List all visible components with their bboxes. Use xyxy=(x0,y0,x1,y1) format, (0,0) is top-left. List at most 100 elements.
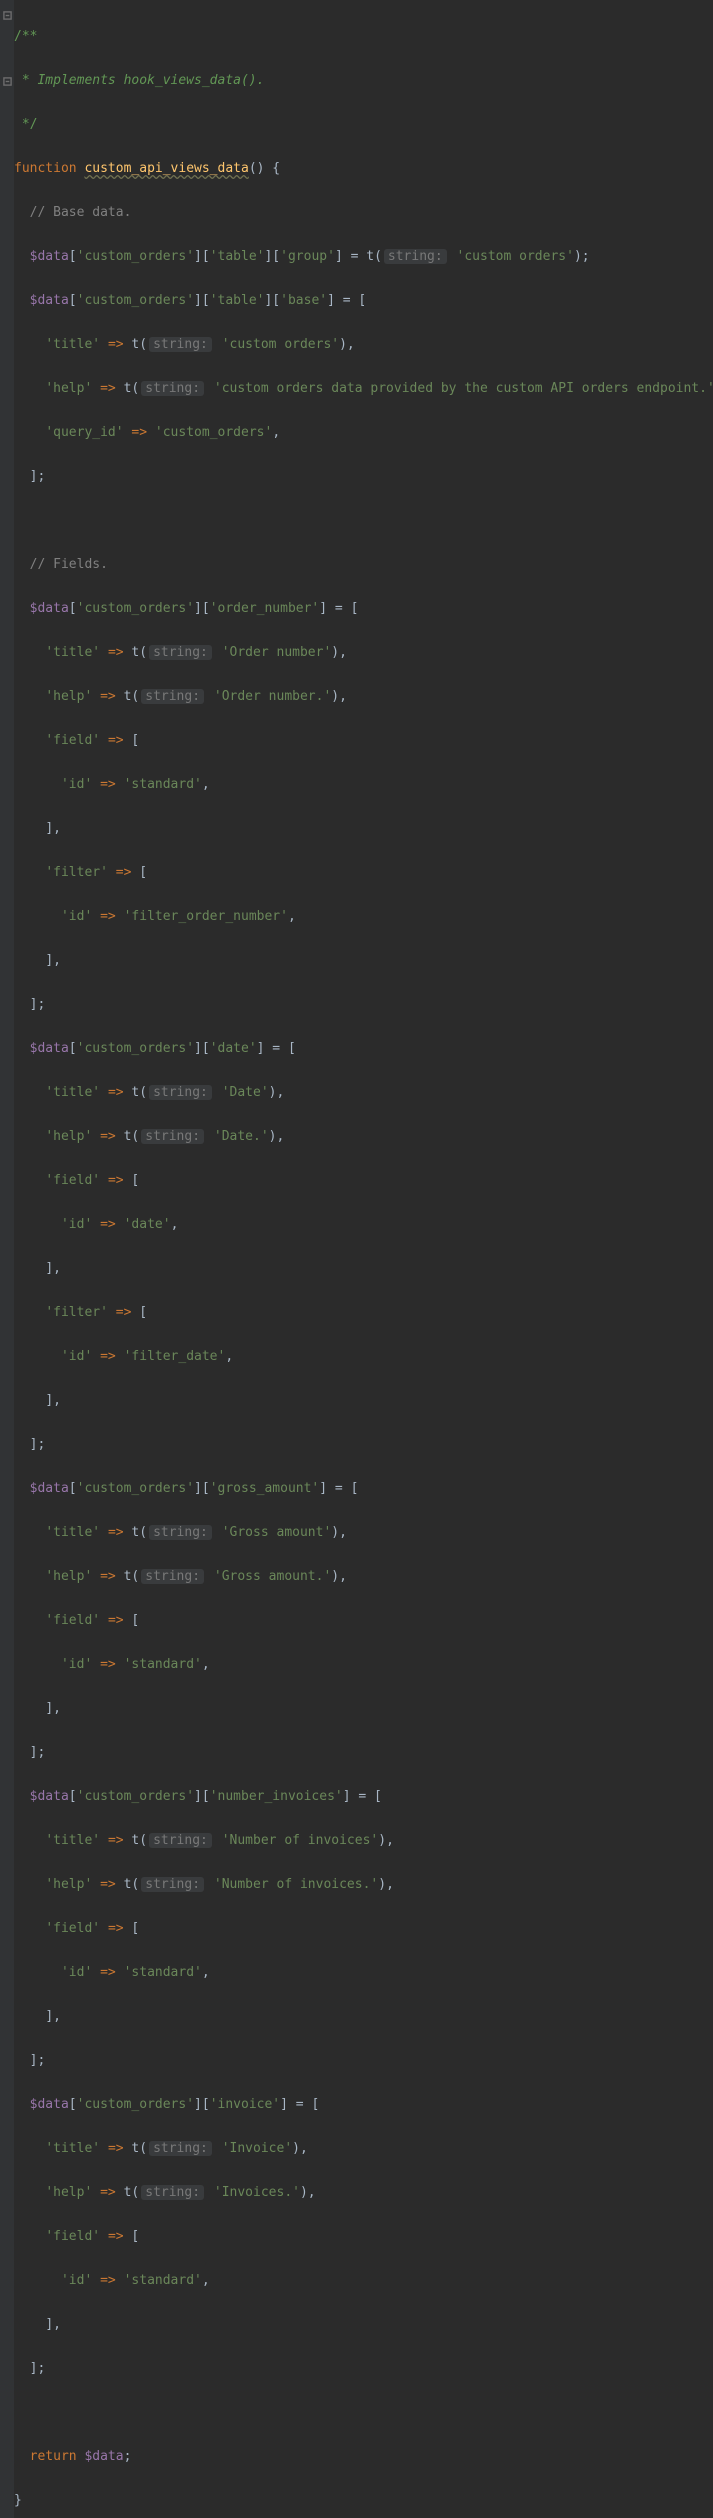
string: 'Order number' xyxy=(222,645,332,660)
param-hint: string: xyxy=(149,1525,212,1540)
param-hint: string: xyxy=(149,2141,212,2156)
docblock-body: * Implements hook_views_data(). xyxy=(14,73,264,88)
key: 'invoice' xyxy=(210,2097,280,2112)
key: 'title' xyxy=(45,2141,100,2156)
var-data: $data xyxy=(30,601,69,616)
key: 'field' xyxy=(45,1173,100,1188)
param-hint: string: xyxy=(141,381,204,396)
key: 'field' xyxy=(45,733,100,748)
key: 'id' xyxy=(61,2273,92,2288)
string: 'Gross amount.' xyxy=(214,1569,331,1584)
string: 'standard' xyxy=(124,2273,202,2288)
param-hint: string: xyxy=(141,689,204,704)
key: 'table' xyxy=(210,293,265,308)
key: 'help' xyxy=(45,1569,92,1584)
string: 'filter_order_number' xyxy=(124,909,288,924)
key: 'gross_amount' xyxy=(210,1481,320,1496)
key: 'help' xyxy=(45,689,92,704)
var-data: $data xyxy=(30,249,69,264)
string: 'custom orders' xyxy=(457,249,574,264)
key: 'custom_orders' xyxy=(77,1481,194,1496)
string: 'Invoices.' xyxy=(214,2185,300,2200)
key: 'custom_orders' xyxy=(77,293,194,308)
key: 'title' xyxy=(45,1525,100,1540)
key: 'id' xyxy=(61,777,92,792)
string: 'custom orders data provided by the cust… xyxy=(214,381,713,396)
key: 'help' xyxy=(45,2185,92,2200)
string: 'standard' xyxy=(124,777,202,792)
string: 'custom_orders' xyxy=(155,425,272,440)
var-data: $data xyxy=(30,1789,69,1804)
key: 'title' xyxy=(45,1833,100,1848)
key: 'help' xyxy=(45,381,92,396)
string: 'custom orders' xyxy=(222,337,339,352)
keyword-function: function xyxy=(14,161,77,176)
key: 'custom_orders' xyxy=(77,1789,194,1804)
code-editor[interactable]: /** * Implements hook_views_data(). */ f… xyxy=(0,0,713,2518)
string: 'Order number.' xyxy=(214,689,331,704)
string: 'filter_date' xyxy=(124,1349,226,1364)
docblock-close: */ xyxy=(14,117,37,132)
string: 'Number of invoices.' xyxy=(214,1877,378,1892)
param-hint: string: xyxy=(141,2185,204,2200)
key: 'id' xyxy=(61,1657,92,1672)
param-hint: string: xyxy=(141,1569,204,1584)
key: 'date' xyxy=(210,1041,257,1056)
function-name: custom_api_views_data xyxy=(84,161,248,176)
minus-box-icon xyxy=(3,11,12,20)
key: 'field' xyxy=(45,1921,100,1936)
key: 'title' xyxy=(45,1085,100,1100)
docblock-open: /** xyxy=(14,29,37,44)
gutter xyxy=(0,0,14,2518)
key: 'custom_orders' xyxy=(77,2097,194,2112)
comment: // Fields. xyxy=(30,557,108,572)
param-hint: string: xyxy=(141,1129,204,1144)
param-hint: string: xyxy=(149,1833,212,1848)
param-hint: string: xyxy=(149,337,212,352)
string: 'Date' xyxy=(222,1085,269,1100)
key: 'id' xyxy=(61,909,92,924)
string: 'Number of invoices' xyxy=(222,1833,379,1848)
key: 'title' xyxy=(45,645,100,660)
key: 'field' xyxy=(45,1613,100,1628)
key: 'custom_orders' xyxy=(77,249,194,264)
key: 'field' xyxy=(45,2229,100,2244)
key: 'base' xyxy=(280,293,327,308)
param-hint: string: xyxy=(384,249,447,264)
var-data: $data xyxy=(30,293,69,308)
string: 'Date.' xyxy=(214,1129,269,1144)
key: 'id' xyxy=(61,1965,92,1980)
key: 'help' xyxy=(45,1129,92,1144)
string: 'Invoice' xyxy=(222,2141,292,2156)
var-data: $data xyxy=(30,1481,69,1496)
key: 'title' xyxy=(45,337,100,352)
code-body[interactable]: /** * Implements hook_views_data(). */ f… xyxy=(14,0,713,2518)
key: 'table' xyxy=(210,249,265,264)
fold-toggle[interactable] xyxy=(2,4,12,26)
key: 'custom_orders' xyxy=(77,1041,194,1056)
param-hint: string: xyxy=(149,645,212,660)
fold-toggle[interactable] xyxy=(2,70,12,92)
key: 'filter' xyxy=(45,1305,108,1320)
param-hint: string: xyxy=(141,1877,204,1892)
string: 'standard' xyxy=(124,1965,202,1980)
string: 'Gross amount' xyxy=(222,1525,332,1540)
key: 'filter' xyxy=(45,865,108,880)
var-data: $data xyxy=(30,1041,69,1056)
key: 'group' xyxy=(280,249,335,264)
key: 'number_invoices' xyxy=(210,1789,343,1804)
key: 'id' xyxy=(61,1349,92,1364)
keyword-return: return xyxy=(30,2449,77,2464)
string: 'standard' xyxy=(124,1657,202,1672)
key: 'id' xyxy=(61,1217,92,1232)
var-data: $data xyxy=(30,2097,69,2112)
key: 'order_number' xyxy=(210,601,320,616)
minus-box-icon xyxy=(3,77,12,86)
key: 'query_id' xyxy=(45,425,123,440)
string: 'date' xyxy=(124,1217,171,1232)
var-data: $data xyxy=(84,2449,123,2464)
key: 'custom_orders' xyxy=(77,601,194,616)
comment: // Base data. xyxy=(30,205,132,220)
param-hint: string: xyxy=(149,1085,212,1100)
key: 'help' xyxy=(45,1877,92,1892)
